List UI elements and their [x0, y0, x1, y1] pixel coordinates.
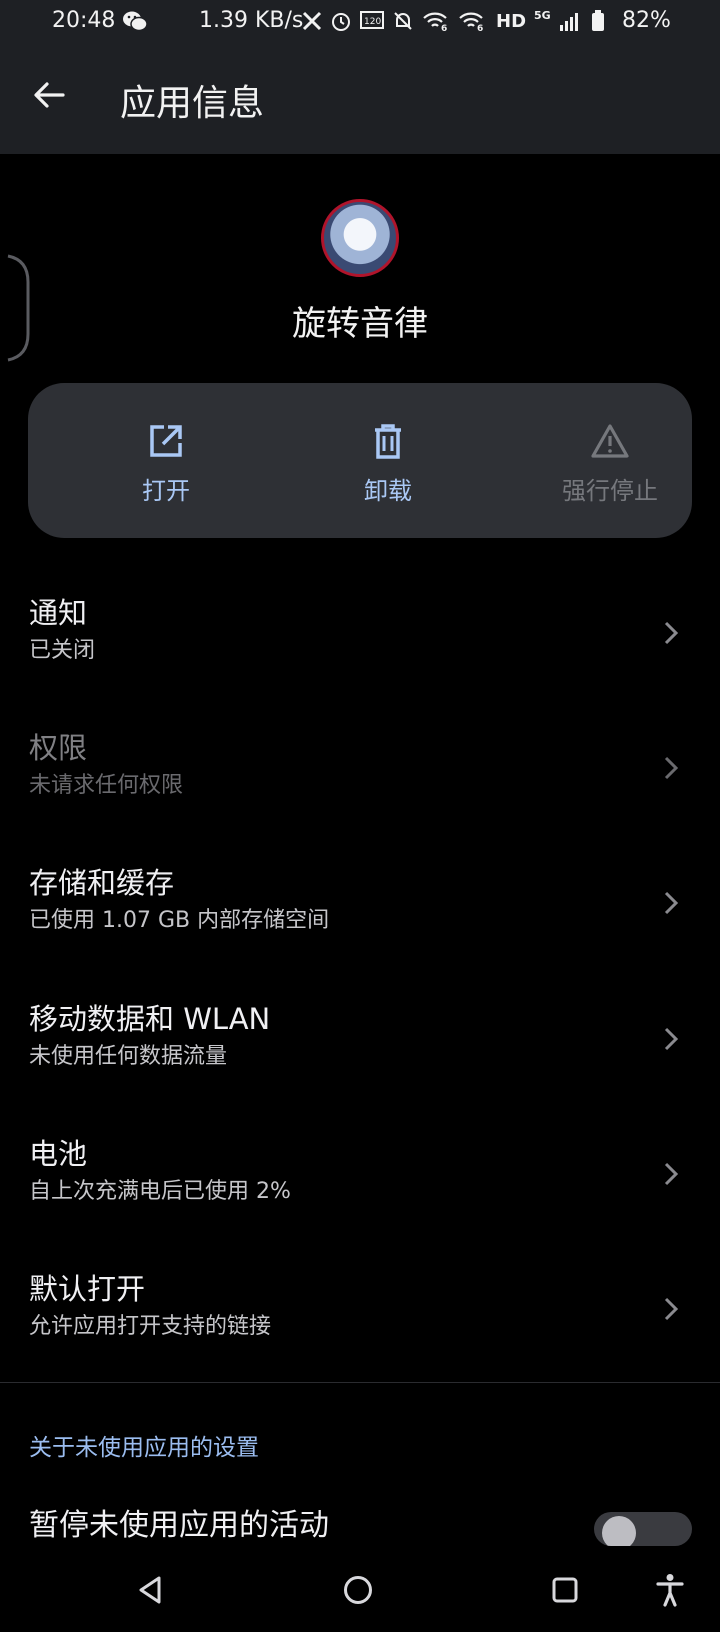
uninstall-button[interactable]: 卸载: [308, 421, 468, 506]
app-name: 旋转音律: [292, 304, 428, 344]
network-type: 5G: [534, 8, 551, 22]
page-title: 应用信息: [120, 83, 265, 124]
mute-icon: [394, 12, 412, 30]
wechat-icon: [123, 11, 148, 32]
signal-icon: [559, 13, 578, 31]
open-label: 打开: [142, 477, 190, 505]
settings-item-title: 默认打开: [29, 1272, 146, 1306]
nav-recents-button[interactable]: [541, 1566, 589, 1614]
arrow-left-icon: [34, 82, 65, 108]
nav-home-button[interactable]: [334, 1566, 382, 1614]
status-time: 20:48: [52, 8, 116, 33]
settings-item-subtitle: 已使用 1.07 GB 内部存储空间: [29, 908, 330, 933]
svg-text:120: 120: [364, 17, 381, 27]
navigation-bar: [0, 1548, 720, 1632]
settings-item-subtitle: 自上次充满电后已使用 2%: [29, 1179, 291, 1204]
settings-item-mobile-data[interactable]: 移动数据和 WLAN 未使用任何数据流量: [0, 976, 720, 1111]
x-icon: [302, 11, 322, 31]
settings-item-title: 权限: [29, 731, 88, 765]
chevron-right-icon: [664, 1297, 679, 1321]
settings-item-subtitle: 已关闭: [29, 638, 96, 663]
trash-icon: [375, 424, 401, 459]
alarm-icon: [332, 13, 350, 31]
settings-item-title: 电池: [29, 1137, 88, 1171]
wifi-6-icon: 6: [459, 12, 483, 32]
action-card: 打开 卸载 强行停止: [28, 383, 692, 538]
status-icons: 120 6 6 HD 5G: [302, 8, 605, 32]
square-recents-icon: [552, 1577, 578, 1603]
battery-level: 82%: [622, 8, 671, 33]
chevron-right-icon: [664, 1027, 679, 1051]
wifi-6-icon: 6: [423, 12, 447, 32]
settings-item-subtitle: 未请求任何权限: [29, 773, 184, 798]
back-button[interactable]: [26, 72, 72, 118]
pause-unused-apps-toggle[interactable]: [594, 1512, 692, 1546]
app-icon: [321, 199, 399, 277]
chevron-right-icon: [664, 621, 679, 645]
svg-text:6: 6: [477, 24, 483, 32]
warning-icon: [591, 424, 629, 458]
settings-item-notifications[interactable]: 通知 已关闭: [0, 570, 720, 705]
force-stop-label: 强行停止: [562, 477, 658, 505]
chevron-right-icon: [664, 1162, 679, 1186]
section-header-unused-apps: 关于未使用应用的设置: [29, 1435, 259, 1461]
circle-home-icon: [344, 1576, 372, 1604]
refresh-rate-icon: 120: [360, 11, 384, 29]
uninstall-label: 卸载: [364, 477, 412, 505]
open-external-icon: [150, 425, 182, 457]
pause-unused-apps-label: 暂停未使用应用的活动: [29, 1508, 329, 1543]
nav-back-button[interactable]: [126, 1566, 174, 1614]
nav-accessibility-button[interactable]: [646, 1566, 694, 1614]
chevron-right-icon: [664, 891, 679, 915]
open-button[interactable]: 打开: [86, 421, 246, 506]
settings-item-permissions[interactable]: 权限 未请求任何权限: [0, 705, 720, 840]
battery-icon: [591, 10, 604, 31]
status-bar: 20:48 1.39 KB/s 120 6 6 HD 5G 82%: [0, 0, 720, 44]
settings-item-title: 存储和缓存: [29, 866, 175, 900]
app-bar: 应用信息: [0, 44, 720, 154]
svg-text:6: 6: [441, 24, 447, 32]
network-speed: 1.39 KB/s: [199, 8, 304, 33]
settings-item-title: 通知: [29, 596, 88, 630]
triangle-back-icon: [139, 1576, 161, 1604]
settings-item-subtitle: 未使用任何数据流量: [29, 1044, 228, 1069]
chevron-right-icon: [664, 756, 679, 780]
settings-item-subtitle: 允许应用打开支持的链接: [29, 1314, 272, 1339]
settings-item-open-by-default[interactable]: 默认打开 允许应用打开支持的链接: [0, 1246, 720, 1381]
divider: [0, 1382, 720, 1383]
hd-indicator: HD: [496, 10, 527, 32]
settings-item-battery[interactable]: 电池 自上次充满电后已使用 2%: [0, 1111, 720, 1246]
toggle-knob: [602, 1516, 636, 1546]
settings-item-title: 移动数据和 WLAN: [29, 1002, 271, 1036]
settings-item-storage[interactable]: 存储和缓存 已使用 1.07 GB 内部存储空间: [0, 840, 720, 975]
accessibility-icon: [656, 1574, 684, 1607]
force-stop-button[interactable]: 强行停止: [530, 421, 690, 506]
